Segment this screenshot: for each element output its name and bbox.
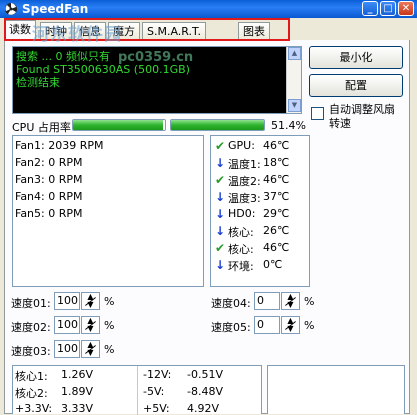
voltage-value: 3.33V [61, 402, 94, 415]
temp-value: 29℃ [263, 207, 290, 220]
auto-fan-label: 自动调整风扇 转速 [329, 103, 395, 131]
speed04-input[interactable]: 0 [254, 292, 280, 310]
watermark: 河东软件园 [32, 25, 122, 45]
down-arrow-icon: ↓ [214, 156, 226, 170]
voltage-name: +5V: [143, 402, 170, 415]
temp-value: 46℃ [263, 241, 290, 254]
fan-row: Fan5: 0 RPM [15, 207, 83, 220]
minimize-window-button[interactable]: _ [362, 1, 378, 16]
speed01-unit: % [104, 295, 115, 308]
temp-value: 46℃ [263, 173, 290, 186]
speed03-unit: % [104, 343, 115, 356]
fan-row: Fan1: 2039 RPM [15, 139, 104, 152]
voltage-list-extra[interactable] [267, 365, 405, 414]
temp-name: 温度1: [228, 158, 261, 171]
voltage-value: 1.26V [61, 368, 94, 381]
cpu-bar-2 [170, 119, 265, 131]
auto-fan-label-line1: 自动调整风扇 [329, 103, 395, 116]
speed02-spinner[interactable]: ▲ ▼ [81, 316, 100, 334]
scroll-down-arrow-icon[interactable]: ▼ [288, 99, 301, 112]
maximize-window-button[interactable]: □ [380, 1, 396, 16]
speed05-unit: % [304, 319, 315, 332]
temp-name: 温度3: [228, 192, 261, 205]
temp-name: 核心: [228, 226, 254, 239]
fan-list[interactable]: Fan1: 2039 RPM Fan2: 0 RPM Fan3: 0 RPM F… [12, 135, 204, 287]
speed02-label: 速度02: [11, 321, 51, 334]
spin-down-icon[interactable]: ▼ [82, 325, 99, 333]
spin-down-icon[interactable]: ▼ [82, 349, 99, 357]
voltage-name: +3.3V: [15, 402, 53, 415]
speed01-label: 速度01: [11, 297, 51, 310]
speed04-spinner[interactable]: ▲ ▼ [281, 292, 300, 310]
temperature-list[interactable]: ✔ GPU: 46℃ ↓ 温度1: 18℃ ✔ 温度2: 46℃ ↓ 温度3: … [210, 135, 310, 287]
close-window-button[interactable]: ✕ [398, 1, 414, 16]
speed03-input[interactable]: 100 [54, 340, 80, 358]
temp-value: 26℃ [263, 224, 290, 237]
speed04-label: 速度04: [211, 297, 251, 310]
title-bar[interactable]: SpeedFan _ □ ✕ [0, 0, 417, 18]
config-button[interactable]: 配置 [309, 74, 403, 97]
speed01-spinner[interactable]: ▲ ▼ [81, 292, 100, 310]
spin-down-icon[interactable]: ▼ [282, 325, 299, 333]
voltage-name: 核心2: [15, 387, 48, 400]
temp-value: 18℃ [263, 156, 290, 169]
voltage-value: -8.48V [187, 385, 223, 398]
minimize-button[interactable]: 最小化 [309, 46, 403, 69]
temp-name: GPU: [228, 139, 255, 152]
voltage-value: -0.51V [187, 368, 223, 381]
speed05-input[interactable]: 0 [254, 316, 280, 334]
speed01-input[interactable]: 100 [54, 292, 80, 310]
scroll-up-arrow-icon[interactable]: ▲ [288, 47, 301, 60]
speed05-spinner[interactable]: ▲ ▼ [281, 316, 300, 334]
temp-name: 核心: [228, 243, 254, 256]
voltage-value: 4.92V [187, 402, 220, 415]
temp-name: 温度2: [228, 175, 261, 188]
window-title: SpeedFan [22, 2, 89, 16]
cpu-bar-2-fill [171, 120, 264, 130]
watermark-sub: pc0359.cn [118, 50, 194, 65]
auto-fan-label-line2: 转速 [329, 117, 351, 130]
spin-down-icon[interactable]: ▼ [82, 301, 99, 309]
check-icon: ✔ [214, 173, 226, 187]
log-scrollbar[interactable]: ▲ ▼ [286, 47, 301, 113]
voltage-name: -5V: [143, 385, 165, 398]
temp-name: HD0: [228, 207, 256, 220]
speed05-label: 速度05: [211, 321, 251, 334]
fan-row: Fan3: 0 RPM [15, 173, 83, 186]
down-arrow-icon: ↓ [214, 190, 226, 204]
voltage-list[interactable]: 核心1: 1.26V 核心2: 1.89V +3.3V: 3.33V -12V:… [12, 365, 262, 415]
speed04-unit: % [304, 295, 315, 308]
log-line: 检测结束 [16, 76, 60, 89]
temp-value: 46℃ [263, 139, 290, 152]
auto-fan-checkbox[interactable] [311, 107, 324, 120]
fan-row: Fan4: 0 RPM [15, 190, 83, 203]
speed03-spinner[interactable]: ▲ ▼ [81, 340, 100, 358]
tab-smart[interactable]: S.M.A.R.T. [142, 22, 206, 40]
voltage-divider [137, 366, 138, 415]
cpu-usage-label: CPU 占用率 [12, 121, 71, 134]
cpu-bar-1-fill [73, 120, 164, 130]
cpu-bar-1 [72, 119, 166, 131]
speed02-unit: % [104, 319, 115, 332]
voltage-name: 核心1: [15, 370, 48, 383]
voltage-value: 1.89V [61, 385, 94, 398]
temp-value: 0℃ [263, 258, 283, 271]
voltage-name: -12V: [143, 368, 172, 381]
check-icon: ✔ [214, 139, 226, 153]
temp-name: 环境: [228, 260, 254, 273]
down-arrow-icon: ↓ [214, 207, 226, 221]
spin-down-icon[interactable]: ▼ [282, 301, 299, 309]
speedfan-window: SpeedFan _ □ ✕ 读数 时钟 信息 魔方 S.M.A.R.T. 图表… [0, 0, 417, 415]
down-arrow-icon: ↓ [214, 258, 226, 272]
check-icon: ✔ [214, 241, 226, 255]
cpu-usage-percent: 51.4% [271, 119, 306, 132]
speed03-label: 速度03: [11, 345, 51, 358]
speed02-input[interactable]: 100 [54, 316, 80, 334]
fan-app-icon [5, 3, 17, 15]
tab-charts[interactable]: 图表 [238, 22, 270, 40]
fan-row: Fan2: 0 RPM [15, 156, 83, 169]
temp-value: 37℃ [263, 190, 290, 203]
down-arrow-icon: ↓ [214, 224, 226, 238]
